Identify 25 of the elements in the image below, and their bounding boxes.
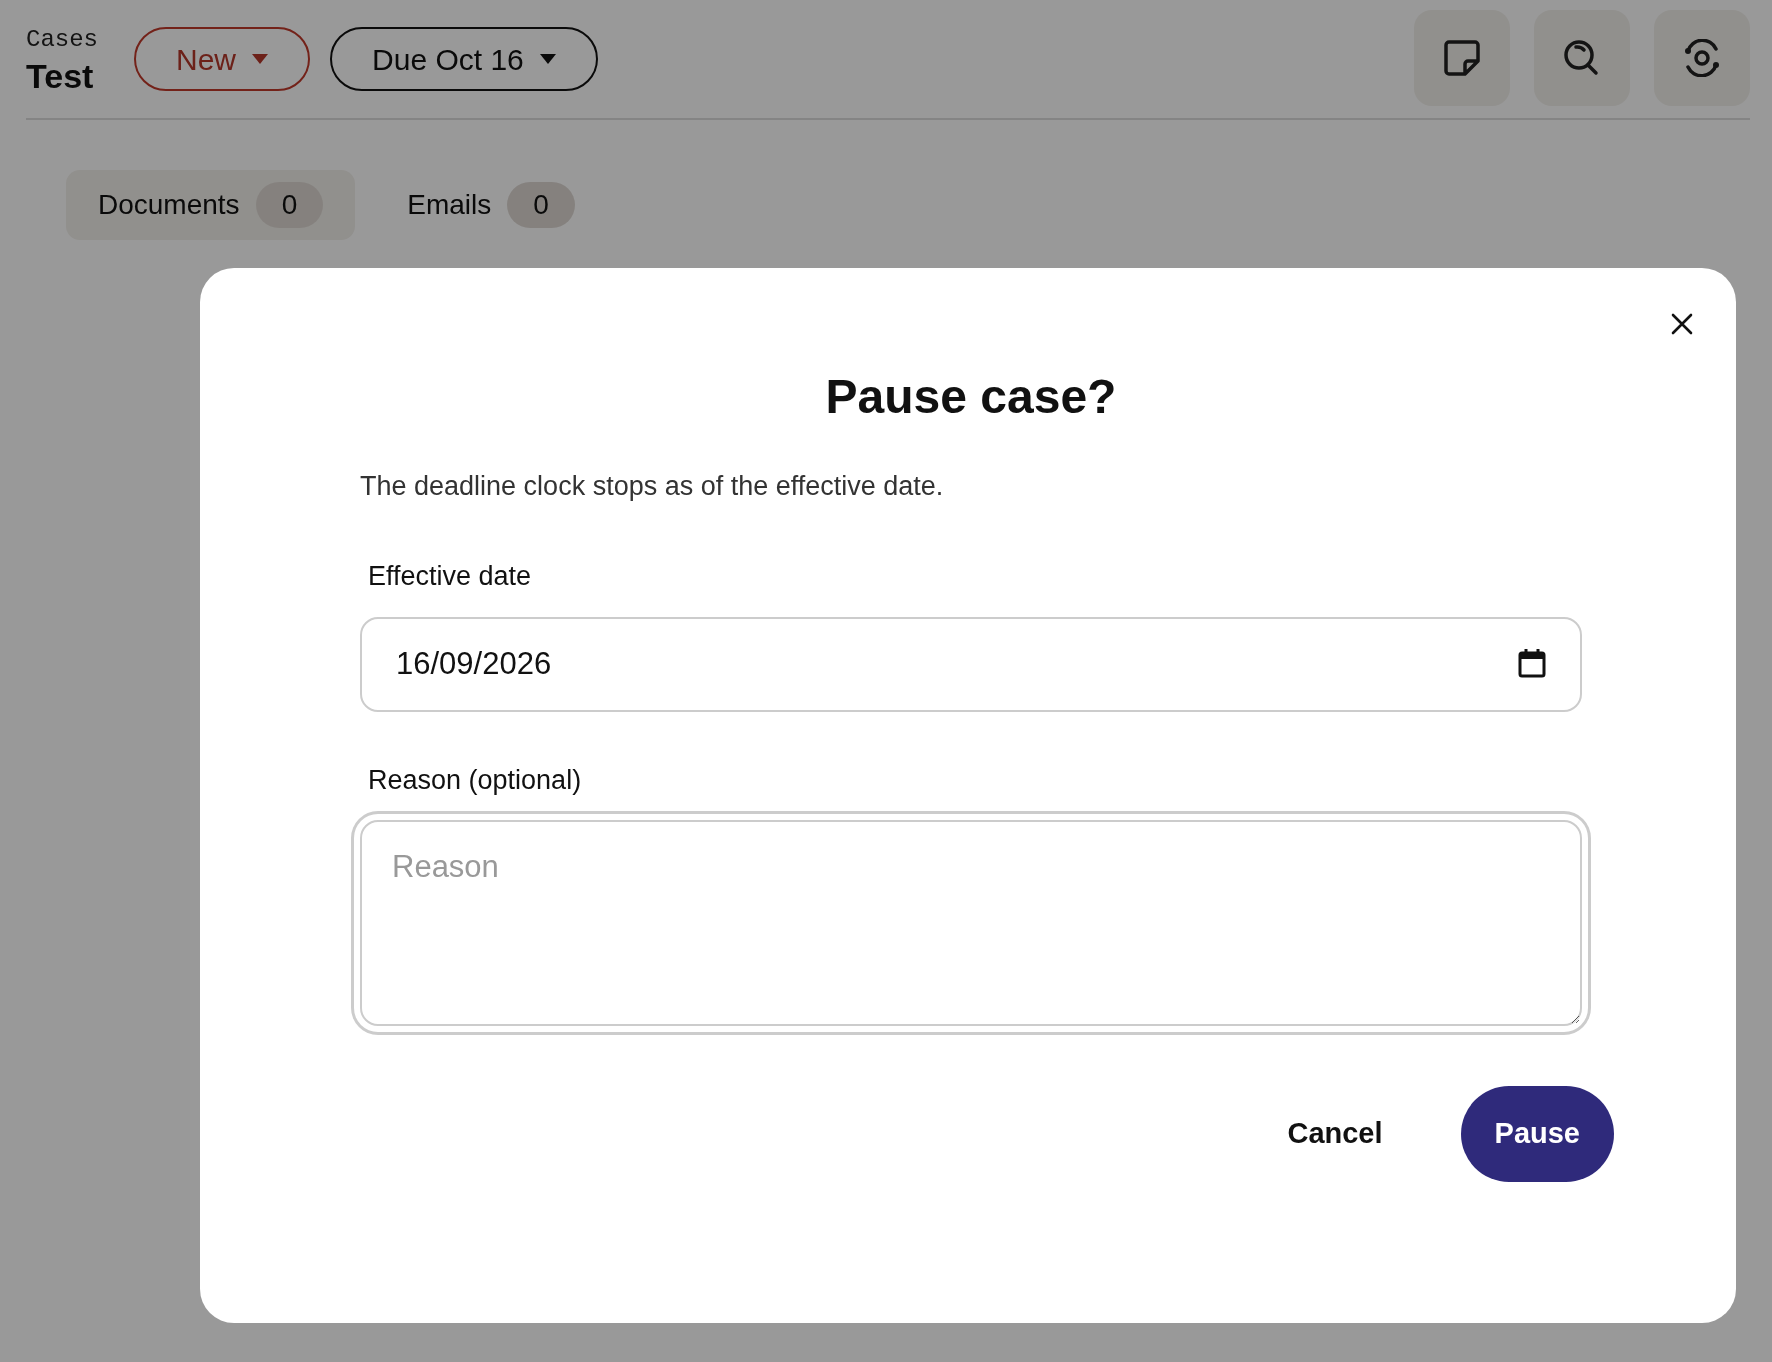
case-title: Test <box>26 58 95 96</box>
eye-icon <box>1682 39 1722 77</box>
status-dropdown[interactable]: New <box>134 27 311 91</box>
reason-field[interactable]: Reason <box>360 820 1582 1027</box>
due-date-dropdown[interactable]: Due Oct 16 <box>330 27 598 91</box>
breadcrumb-link[interactable]: Cases <box>26 22 98 59</box>
dialog-description: The deadline clock stops as of the effective date. <box>360 469 945 503</box>
caret-icon <box>252 54 269 64</box>
dialog-title: Pause case? <box>824 369 1118 425</box>
caret-icon <box>539 54 556 64</box>
count-badge: 0 <box>255 182 324 228</box>
tab[interactable]: Emails 0 <box>375 170 607 240</box>
cancel-button[interactable]: Cancel <box>1253 1086 1417 1183</box>
note-icon <box>1443 39 1481 77</box>
note-button[interactable] <box>1414 10 1510 106</box>
search-button[interactable] <box>1534 10 1630 106</box>
count-badge: 0 <box>507 182 575 228</box>
view-button[interactable] <box>1654 10 1750 106</box>
field-label: Reason (optional) <box>368 763 582 797</box>
tab[interactable]: Documents 0 <box>66 170 356 240</box>
close-icon <box>1671 313 1693 335</box>
calendar-icon[interactable] <box>1518 647 1546 678</box>
pause-button[interactable]: Pause <box>1460 1086 1614 1183</box>
field-label: Effective date <box>368 560 532 594</box>
date-field[interactable]: 16/09/2026 <box>360 616 1582 712</box>
